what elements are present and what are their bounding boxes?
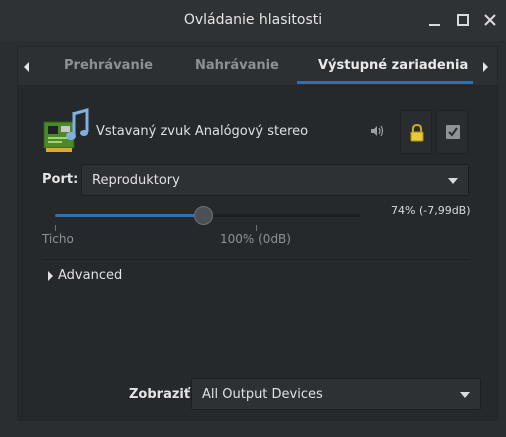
minimize-icon: [429, 24, 440, 26]
tick-label-100: 100% (0dB): [220, 232, 291, 246]
tab-output-devices[interactable]: Výstupné zariadenia: [318, 58, 468, 73]
arrow-left-icon: [24, 62, 29, 72]
minimize-button[interactable]: [428, 13, 442, 27]
port-label: Port:: [42, 172, 79, 187]
checkbox-icon: [446, 125, 460, 139]
show-devices-value: All Output Devices: [202, 387, 323, 402]
tick-label-mute: Ticho: [42, 232, 74, 246]
close-icon: [484, 14, 496, 26]
sound-card-icon: [43, 108, 89, 152]
title-bar: Ovládanie hlasitosti: [0, 0, 506, 41]
volume-slider-fill: [55, 214, 204, 217]
arrow-right-icon: [483, 62, 488, 72]
tick-mark: [55, 225, 56, 231]
close-button[interactable]: [483, 13, 497, 27]
speaker-icon[interactable]: [370, 124, 386, 138]
tab-playback[interactable]: Prehrávanie: [64, 58, 153, 73]
set-default-button[interactable]: [436, 110, 468, 154]
chevron-down-icon: [448, 178, 458, 184]
maximize-button[interactable]: [456, 13, 470, 27]
divider: [42, 259, 470, 260]
active-tab-indicator: [297, 81, 473, 84]
tab-recording[interactable]: Nahrávanie: [195, 58, 279, 73]
tab-scroll-right-button[interactable]: [479, 59, 491, 75]
chevron-down-icon: [460, 392, 470, 398]
port-select-value: Reproduktory: [92, 173, 180, 188]
show-devices-select[interactable]: All Output Devices: [191, 378, 481, 410]
maximize-icon: [457, 14, 469, 26]
device-name: Vstavaný zvuk Analógový stereo: [96, 124, 309, 139]
lock-icon: [410, 124, 424, 142]
expander-arrow-icon[interactable]: [48, 271, 53, 281]
port-select[interactable]: Reproduktory: [81, 164, 469, 196]
lock-channels-button[interactable]: [400, 110, 432, 154]
tick-mark: [256, 225, 257, 231]
tab-bar: Prehrávanie Nahrávanie Výstupné zariaden…: [17, 46, 498, 86]
advanced-expander[interactable]: Advanced: [58, 268, 122, 283]
show-label: Zobraziť:: [129, 387, 196, 402]
tab-scroll-left-button[interactable]: [21, 59, 33, 75]
volume-readout: 74% (-7,99dB): [391, 204, 471, 217]
